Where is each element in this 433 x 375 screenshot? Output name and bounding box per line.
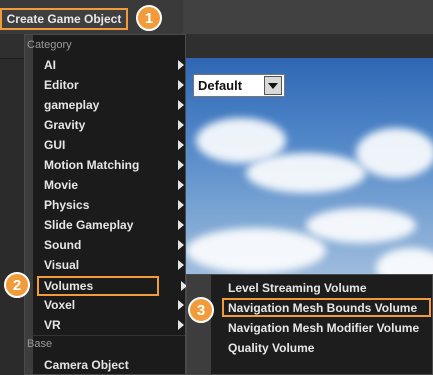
menu-item-label: Physics xyxy=(44,198,90,212)
menu-item-label: Movie xyxy=(44,178,79,192)
view-mode-select[interactable]: Default xyxy=(193,74,285,97)
menu-item-camera-object[interactable]: Camera Object xyxy=(44,355,184,375)
menu-item-slide-gameplay[interactable]: Slide Gameplay xyxy=(44,215,184,235)
menu-item-gameplay[interactable]: gameplay xyxy=(44,95,184,115)
menu-item-motion-matching[interactable]: Motion Matching xyxy=(44,155,184,175)
menu-item-label: Slide Gameplay xyxy=(44,218,134,232)
toolbar-strip xyxy=(183,0,433,34)
chevron-right-icon xyxy=(178,160,184,170)
submenu-item-quality-volume[interactable]: Quality Volume xyxy=(228,341,314,355)
callout-badge-2: 2 xyxy=(4,272,30,298)
menu-item-ai[interactable]: AI xyxy=(44,55,184,75)
menu-item-label: Visual xyxy=(44,258,80,272)
menu-item-label: Sound xyxy=(44,238,82,252)
menu-item-voxel[interactable]: Voxel xyxy=(44,295,184,315)
chevron-right-icon xyxy=(178,240,184,250)
menu-item-volumes[interactable]: Volumes xyxy=(37,276,187,296)
chevron-right-icon xyxy=(178,220,184,230)
menu-item-movie[interactable]: Movie xyxy=(44,175,184,195)
chevron-right-icon xyxy=(178,260,184,270)
menu-item-label: Motion Matching xyxy=(44,158,140,172)
submenu-gutter xyxy=(187,275,211,374)
submenu-item-navigation-mesh-modifier-volume[interactable]: Navigation Mesh Modifier Volume xyxy=(228,321,419,335)
menu-item-gravity[interactable]: Gravity xyxy=(44,115,184,135)
callout-badge-1: 1 xyxy=(136,5,162,31)
menu-item-label: Editor xyxy=(44,78,79,92)
submenu-item-navigation-mesh-bounds-volume[interactable]: Navigation Mesh Bounds Volume xyxy=(228,301,417,315)
menu-item-vr[interactable]: VR xyxy=(44,315,184,335)
chevron-right-icon xyxy=(178,320,184,330)
sky-cloud xyxy=(186,228,326,273)
chevron-right-icon xyxy=(178,60,184,70)
sky-cloud xyxy=(246,153,366,193)
menu-item-label: Voxel xyxy=(44,298,76,312)
chevron-right-icon xyxy=(178,140,184,150)
submenu-item-level-streaming-volume[interactable]: Level Streaming Volume xyxy=(228,281,367,295)
menu-item-label: VR xyxy=(44,318,61,332)
menu-gutter xyxy=(25,35,33,374)
create-game-object-button[interactable]: Create Game Object xyxy=(0,8,128,30)
base-header: Base xyxy=(27,338,53,350)
menu-item-label: Volumes xyxy=(44,279,94,293)
chevron-down-icon[interactable] xyxy=(264,76,282,95)
callout-badge-3: 3 xyxy=(188,297,214,323)
menu-item-label: GUI xyxy=(44,138,66,152)
chevron-right-icon xyxy=(178,300,184,310)
menu-item-sound[interactable]: Sound xyxy=(44,235,184,255)
menu-divider xyxy=(33,335,185,336)
sky-cloud xyxy=(356,128,433,178)
chevron-right-icon xyxy=(178,180,184,190)
view-mode-value: Default xyxy=(198,78,243,93)
menu-item-gui[interactable]: GUI xyxy=(44,135,184,155)
chevron-right-icon xyxy=(178,100,184,110)
menu-item-label: AI xyxy=(44,58,56,72)
chevron-right-icon xyxy=(178,80,184,90)
chevron-right-icon xyxy=(178,120,184,130)
category-header: Category xyxy=(27,39,72,51)
menu-item-physics[interactable]: Physics xyxy=(44,195,184,215)
volumes-submenu: Level Streaming Volume Navigation Mesh B… xyxy=(186,274,433,375)
menu-item-visual[interactable]: Visual xyxy=(44,255,184,275)
menu-item-label: Gravity xyxy=(44,118,86,132)
create-menu: Category AI Editor gameplay Gravity GUI … xyxy=(24,34,187,375)
chevron-right-icon xyxy=(178,200,184,210)
menu-item-editor[interactable]: Editor xyxy=(44,75,184,95)
menu-item-label: gameplay xyxy=(44,98,100,112)
menu-item-label: Camera Object xyxy=(44,358,129,372)
sky-cloud xyxy=(306,208,416,243)
